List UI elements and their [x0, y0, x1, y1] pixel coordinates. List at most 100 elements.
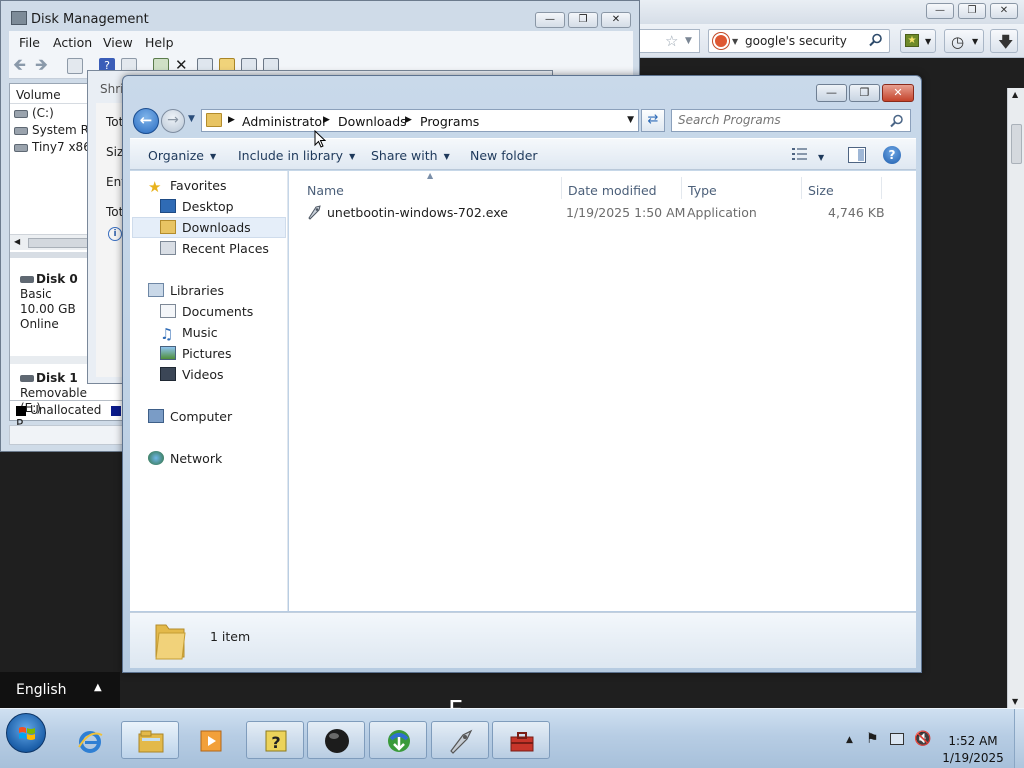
column-separator[interactable]: [881, 177, 882, 199]
scrollbar-thumb[interactable]: [1011, 124, 1022, 164]
network-tray-icon[interactable]: [890, 733, 904, 745]
column-header-size[interactable]: Size: [808, 183, 834, 198]
address-dropdown-icon[interactable]: ▼: [627, 115, 634, 125]
forward-arrow-icon[interactable]: 🡺: [35, 57, 51, 74]
downloads-button[interactable]: 🡇: [990, 29, 1018, 53]
breadcrumb-programs[interactable]: Programs: [420, 114, 479, 129]
minimize-button[interactable]: —: [816, 84, 847, 102]
start-button[interactable]: [6, 713, 46, 753]
refresh-button[interactable]: ⇄: [641, 109, 665, 132]
column-header-date-modified[interactable]: Date modified: [568, 183, 657, 198]
browser-close-button[interactable]: ✕: [990, 3, 1018, 19]
search-input[interactable]: [678, 113, 878, 127]
change-view-button[interactable]: [792, 147, 808, 164]
browser-search-text[interactable]: google's security: [745, 34, 847, 48]
disk0-type: Basic: [20, 287, 52, 301]
nav-recent-places[interactable]: Recent Places: [160, 241, 269, 256]
show-desktop-button[interactable]: [1014, 709, 1024, 768]
legend-unallocated: Unallocated: [30, 403, 102, 417]
column-separator[interactable]: [561, 177, 562, 199]
column-separator[interactable]: [801, 177, 802, 199]
browser-vertical-scrollbar[interactable]: ▲ ▼: [1007, 88, 1024, 708]
browser-search-box[interactable]: ▼ google's security: [708, 29, 890, 53]
back-button[interactable]: ←: [133, 108, 159, 134]
volume-row[interactable]: (C:): [14, 106, 54, 120]
scrollbar-thumb[interactable]: [28, 238, 88, 248]
scroll-down-icon[interactable]: ▼: [1012, 697, 1018, 706]
folder-icon: [206, 113, 222, 127]
menu-view[interactable]: View: [103, 35, 133, 50]
nav-network[interactable]: Network: [148, 451, 222, 466]
breadcrumb-arrow-icon[interactable]: ▶: [323, 115, 330, 125]
forward-button[interactable]: →: [161, 109, 185, 133]
breadcrumb-downloads[interactable]: Downloads: [338, 114, 407, 129]
search-engine-dropdown-icon[interactable]: ▼: [732, 37, 738, 46]
new-folder-button[interactable]: New folder: [470, 148, 538, 163]
show-hidden-icons-icon[interactable]: ▲: [846, 735, 853, 745]
clock[interactable]: 1:52 AM 1/19/2025: [940, 733, 1006, 767]
bookmarks-button[interactable]: ★ ▼: [900, 29, 936, 53]
include-in-library-button[interactable]: Include in library ▼: [238, 148, 355, 163]
breadcrumb-administrator[interactable]: Administrator: [242, 114, 327, 129]
browser-minimize-button[interactable]: —: [926, 3, 954, 19]
taskbar-download-manager[interactable]: [369, 721, 427, 759]
duckduckgo-icon[interactable]: [713, 33, 729, 49]
breadcrumb-arrow-icon[interactable]: ▶: [405, 115, 412, 125]
nav-libraries[interactable]: Libraries: [148, 283, 224, 298]
recent-pages-dropdown-icon[interactable]: ▼: [188, 114, 195, 124]
nav-downloads[interactable]: Downloads: [132, 217, 286, 238]
column-header-name[interactable]: Name: [307, 183, 344, 198]
disk0-info[interactable]: Disk 0 Basic 10.00 GB Online: [10, 272, 90, 332]
taskbar-help-app[interactable]: ?: [246, 721, 304, 759]
star-icon[interactable]: ☆: [665, 32, 678, 50]
close-button[interactable]: ✕: [601, 12, 631, 28]
language-bar[interactable]: English ▲: [0, 672, 120, 708]
console-tree-icon[interactable]: [67, 58, 83, 74]
scroll-up-icon[interactable]: ▲: [1012, 90, 1018, 99]
action-center-flag-icon[interactable]: ⚑: [866, 731, 879, 747]
taskbar-internet-explorer[interactable]: [60, 721, 118, 759]
breadcrumb-arrow-icon[interactable]: ▶: [228, 115, 235, 125]
view-dropdown-icon[interactable]: ▼: [818, 149, 824, 164]
close-button[interactable]: ✕: [882, 84, 914, 102]
volume-muted-icon[interactable]: 🔇: [914, 731, 931, 747]
address-dropdown-icon[interactable]: ▼: [685, 36, 692, 46]
column-separator[interactable]: [681, 177, 682, 199]
minimize-button[interactable]: —: [535, 12, 565, 28]
address-bar[interactable]: ▶ Administrator ▶ Downloads ▶ Programs ▼: [201, 109, 639, 132]
preview-pane-button[interactable]: [848, 147, 866, 166]
taskbar-sphere-app[interactable]: [307, 721, 365, 759]
nav-desktop[interactable]: Desktop: [160, 199, 234, 214]
nav-pictures[interactable]: Pictures: [160, 346, 232, 361]
file-row[interactable]: unetbootin-windows-702.exe 1/19/2025 1:5…: [303, 201, 893, 223]
menu-action[interactable]: Action: [53, 35, 92, 50]
taskbar-media-player[interactable]: [182, 721, 240, 759]
share-with-button[interactable]: Share with ▼: [371, 148, 450, 163]
windows-logo-icon: [19, 727, 35, 740]
nav-computer[interactable]: Computer: [148, 409, 232, 424]
browser-restore-button[interactable]: ❐: [958, 3, 986, 19]
history-button[interactable]: ◷ ▼: [944, 29, 984, 53]
taskbar-unetbootin[interactable]: [431, 721, 489, 759]
scroll-left-icon[interactable]: ◀: [14, 237, 20, 246]
nav-network-label: Network: [170, 451, 223, 466]
menu-help[interactable]: Help: [145, 35, 174, 50]
search-icon[interactable]: [890, 114, 904, 128]
nav-documents[interactable]: Documents: [160, 304, 253, 319]
nav-favorites[interactable]: ★ Favorites: [148, 178, 226, 196]
search-icon[interactable]: [869, 33, 883, 47]
back-arrow-icon[interactable]: 🡸: [13, 57, 29, 74]
organize-button[interactable]: Organize ▼: [148, 148, 216, 163]
help-button[interactable]: ?: [883, 146, 901, 164]
nav-videos[interactable]: Videos: [160, 367, 224, 382]
maximize-button[interactable]: ❐: [849, 84, 880, 102]
restore-button[interactable]: ❐: [568, 12, 598, 28]
browser-address-bar[interactable]: ☆ ▼: [638, 29, 700, 53]
chevron-up-icon[interactable]: ▲: [94, 682, 102, 693]
menu-file[interactable]: File: [19, 35, 40, 50]
nav-music[interactable]: ♫ Music: [160, 325, 218, 343]
search-box[interactable]: [671, 109, 911, 132]
taskbar-windows-explorer[interactable]: [121, 721, 179, 759]
column-header-type[interactable]: Type: [688, 183, 717, 198]
taskbar-toolbox-app[interactable]: [492, 721, 550, 759]
